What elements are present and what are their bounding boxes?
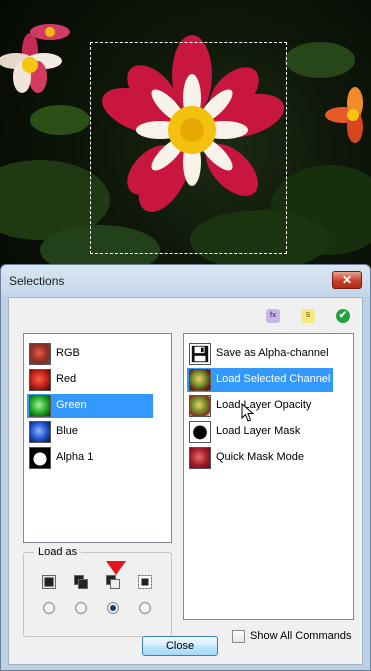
close-button[interactable]: Close [142,636,218,656]
channel-item-green[interactable]: Green [27,394,153,418]
checkbox-box[interactable] [232,630,245,643]
channel-item-alpha-1[interactable]: Alpha 1 [27,446,153,470]
channel-label: Red [56,373,77,385]
show-all-commands-checkbox[interactable]: Show All Commands [232,629,362,645]
command-label: Save as Alpha-channel [216,347,329,359]
load-as-group: Load as [23,546,172,637]
channel-label: Alpha 1 [56,451,94,463]
command-label: Load Layer Opacity [216,399,312,411]
title-bar[interactable]: Selections ✕ [1,265,370,297]
apple-thumbnail [189,369,211,391]
check-icon[interactable]: ✔ [336,309,350,323]
command-list[interactable]: Save as Alpha-channel Load Selected Chan… [183,333,354,620]
load-mode-radio-intersect[interactable] [139,602,151,614]
channel-item-blue[interactable]: Blue [27,420,153,444]
green-thumbnail [29,395,51,417]
channel-list[interactable]: RGB Red Green Blue Alpha 1 [23,333,172,543]
command-load-selected-channel[interactable]: Load Selected Channel [187,368,333,392]
load-mode-radio-subtract[interactable] [107,602,119,614]
load-mode-radio-add[interactable] [75,602,87,614]
channel-label: Blue [56,425,79,437]
mask-thumbnail [189,421,211,443]
channel-item-red[interactable]: Red [27,368,153,392]
selections-dialog: Selections ✕ fx S ✔ RGB Red Green Blue A… [0,264,371,671]
apple-red-thumbnail [189,447,211,469]
command-load-layer-opacity[interactable]: Load Layer Opacity [187,394,333,418]
selection-marquee [90,42,287,254]
replace-icon[interactable] [42,575,56,589]
red-thumbnail [29,369,51,391]
channel-item-rgb[interactable]: RGB [27,342,153,366]
show-all-commands-label: Show All Commands [250,630,352,642]
command-quick-mask-mode[interactable]: Quick Mask Mode [187,446,333,470]
channel-label: Green [56,399,87,411]
photo-canvas[interactable] [0,0,371,270]
command-label: Quick Mask Mode [216,451,305,463]
dialog-client-area: fx S ✔ RGB Red Green Blue Alpha 1 Load a… [8,297,363,665]
s-icon[interactable]: S [301,309,315,323]
add-icon[interactable] [74,575,88,589]
fx-icon[interactable]: fx [266,309,280,323]
apple-thumbnail [189,395,211,417]
channel-label: RGB [56,347,80,359]
dialog-title: Selections [9,274,65,288]
subtract-icon[interactable] [106,575,120,589]
intersect-icon[interactable] [138,575,152,589]
command-label: Load Layer Mask [216,425,301,437]
alpha-thumbnail [29,447,51,469]
save-floppy-icon [189,343,211,365]
blue-thumbnail [29,421,51,443]
mouse-cursor-icon [241,403,255,422]
command-load-layer-mask[interactable]: Load Layer Mask [187,420,333,444]
load-mode-radio-replace[interactable] [43,602,55,614]
command-save-as-alpha-channel[interactable]: Save as Alpha-channel [187,342,333,366]
rgb-thumbnail [29,343,51,365]
command-label: Load Selected Channel [216,373,331,385]
close-window-icon[interactable]: ✕ [332,271,362,289]
load-as-label: Load as [34,546,82,558]
red-arrow-marker [106,561,126,575]
